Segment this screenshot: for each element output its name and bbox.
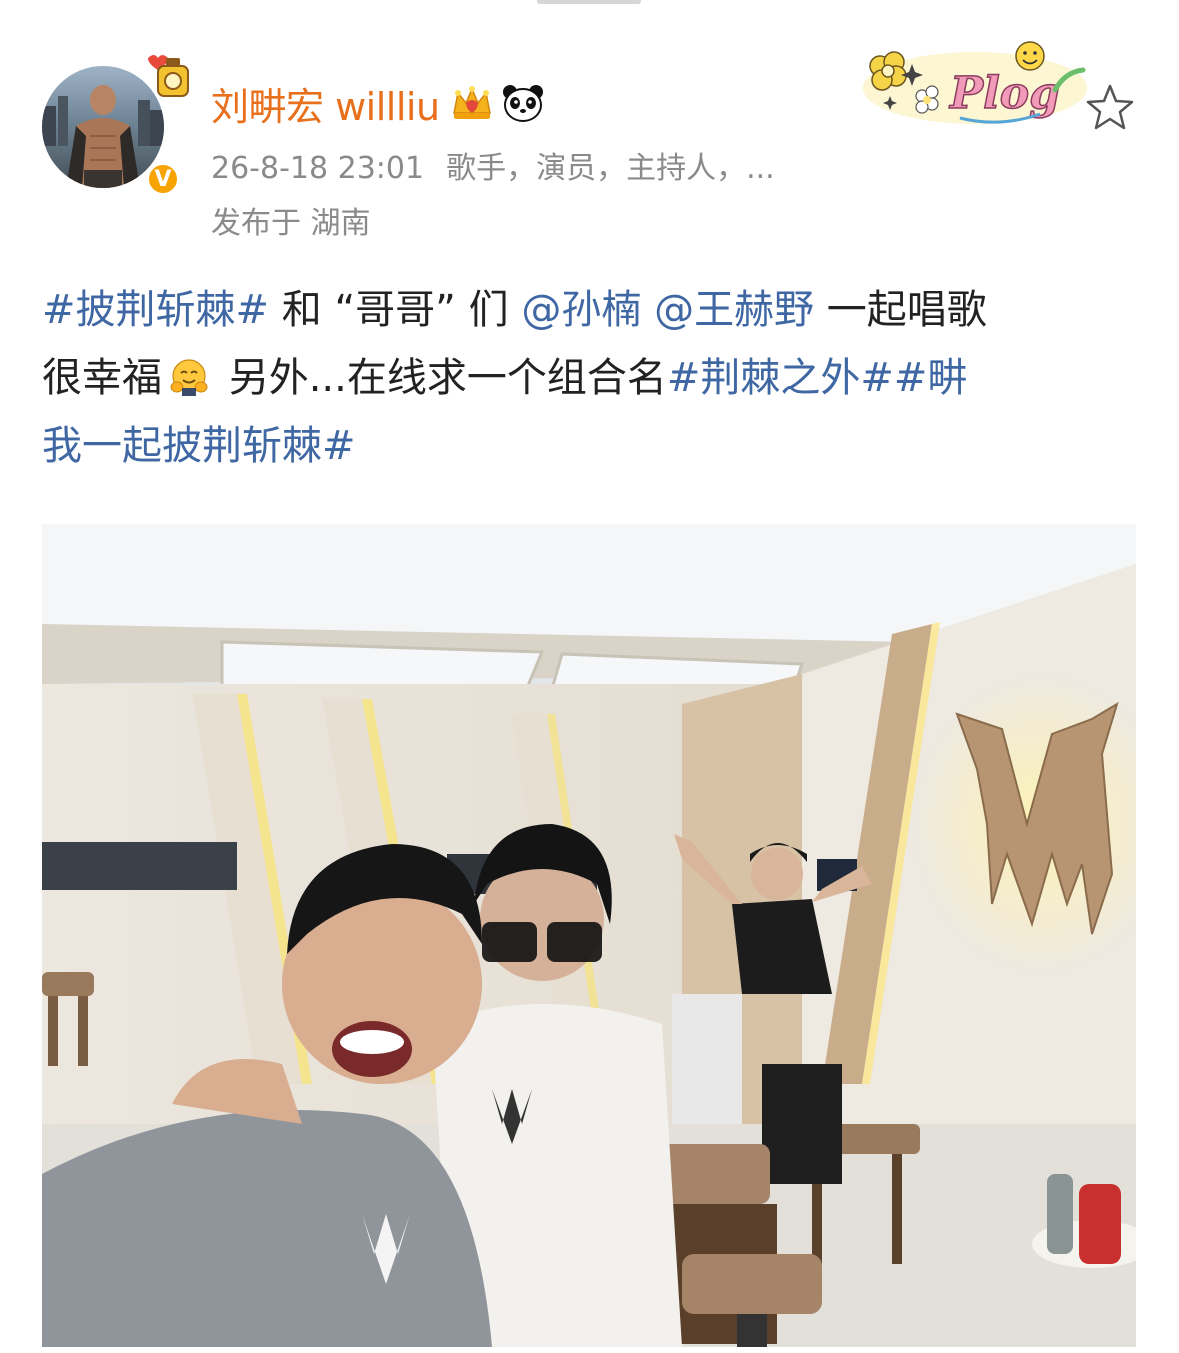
content-text: 另外...在线求一个组合名 [216, 355, 667, 401]
post-photo[interactable] [42, 524, 1136, 1347]
post-time: 26-8-18 23:01 [211, 151, 425, 186]
avatar-pendant-icon [148, 55, 189, 97]
plog-sticker: Plog [863, 41, 1087, 124]
sticker-text: Plog [948, 68, 1060, 119]
smiley-icon [1015, 41, 1045, 71]
drag-handle[interactable] [537, 0, 641, 4]
content-text: 一起唱歌 [814, 287, 987, 333]
content-text: 很幸福 [42, 355, 162, 401]
author-roles: 歌手，演员，主持人，... [446, 151, 775, 186]
verified-icon: V [146, 162, 180, 196]
crown-icon[interactable] [450, 83, 494, 123]
content-line-3: 我一起披荆斩棘# [42, 412, 1142, 480]
author-name[interactable]: 刘畊宏 willliu [211, 76, 440, 131]
hug-emoji [170, 359, 208, 396]
small-flower-icon [915, 85, 939, 114]
star-outline-icon[interactable] [1084, 82, 1136, 134]
content-line-1: #披荆斩棘# 和 “哥哥” 们 @孙楠 @王赫野 一起唱歌 [42, 276, 1142, 344]
weibo-post-screen: V 刘畊宏 willliu 26-8-18 23:01 歌手，演员，主持人，...… [0, 0, 1179, 1353]
post-location: 发布于 湖南 [211, 206, 371, 241]
post-content: #披荆斩棘# 和 “哥哥” 们 @孙楠 @王赫野 一起唱歌 很幸福 另外...在… [42, 276, 1142, 480]
hashtag-link[interactable]: #荆棘之外# [667, 355, 894, 401]
panda-icon[interactable] [502, 83, 544, 123]
flower-icon [869, 51, 907, 91]
hashtag-link[interactable]: 我一起披荆斩棘# [42, 423, 356, 469]
mention-link[interactable]: @王赫野 [654, 287, 814, 333]
content-text: 和 “哥哥” 们 [269, 287, 522, 333]
author-row: 刘畊宏 willliu [211, 76, 544, 131]
content-line-2: 很幸福 另外...在线求一个组合名#荆棘之外##畊 [42, 344, 1142, 412]
post-meta: 26-8-18 23:01 歌手，演员，主持人，... [211, 143, 797, 187]
hashtag-link[interactable]: #畊 [894, 355, 968, 401]
mention-link[interactable]: @孙楠 [521, 287, 641, 333]
avatar[interactable]: V [42, 55, 189, 196]
hashtag-link[interactable]: #披荆斩棘# [42, 287, 269, 333]
